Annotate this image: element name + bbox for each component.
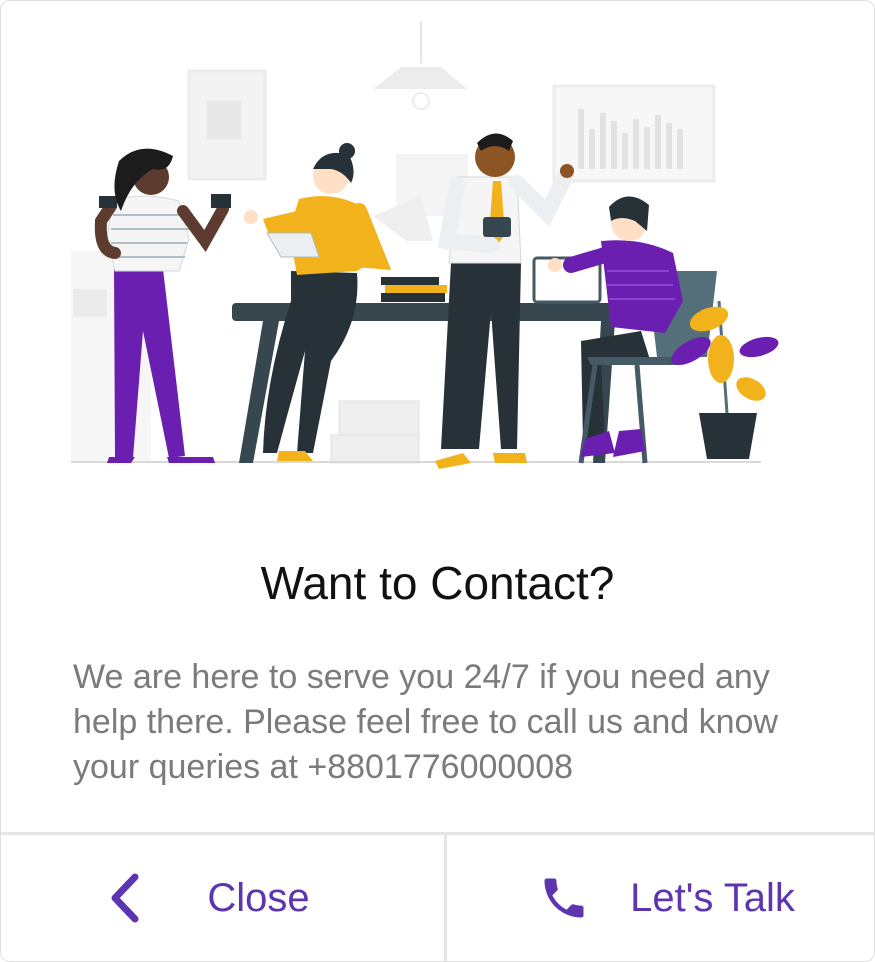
- team-meeting-illustration: [71, 21, 779, 469]
- lets-talk-label: Let's Talk: [630, 875, 795, 920]
- chevron-left-icon: [107, 872, 143, 924]
- dialog-title: Want to Contact?: [260, 557, 615, 609]
- dialog-message: We are here to serve you 24/7 if you nee…: [73, 658, 778, 786]
- lets-talk-button[interactable]: Let's Talk: [447, 835, 874, 961]
- phone-icon: [538, 872, 590, 924]
- close-label: Close: [207, 875, 310, 920]
- close-button[interactable]: Close: [1, 835, 447, 961]
- dialog-actions: Close Let's Talk: [1, 832, 874, 961]
- contact-dialog: Want to Contact? We are here to serve yo…: [0, 0, 875, 962]
